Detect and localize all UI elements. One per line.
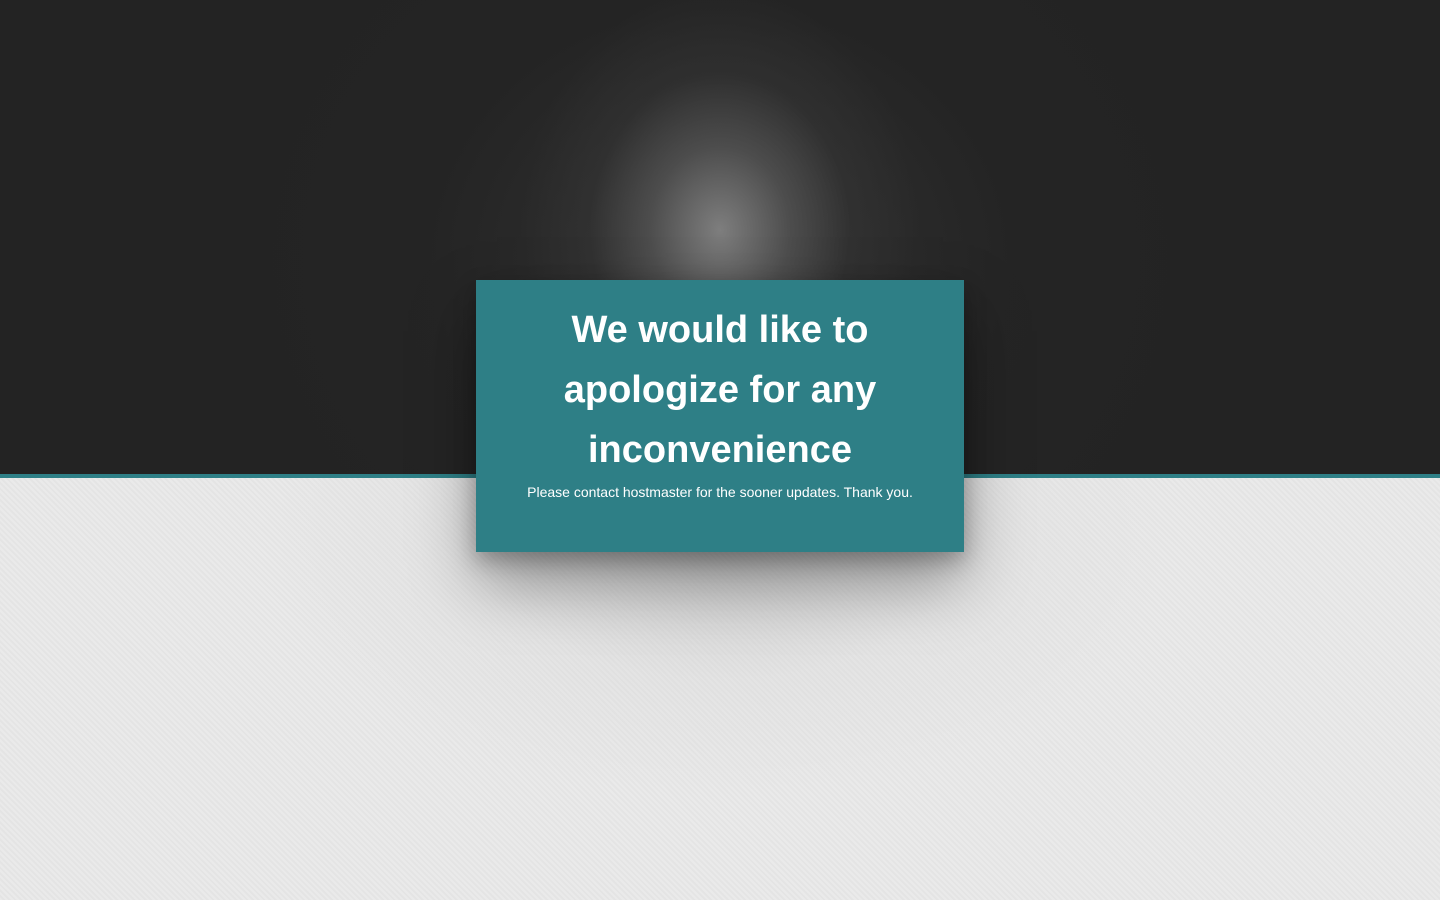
maintenance-notice-card: We would like to apologize for any incon… bbox=[476, 280, 964, 552]
notice-title: We would like to apologize for any incon… bbox=[563, 309, 877, 471]
notice-message: Please contact hostmaster for the sooner… bbox=[527, 484, 913, 500]
